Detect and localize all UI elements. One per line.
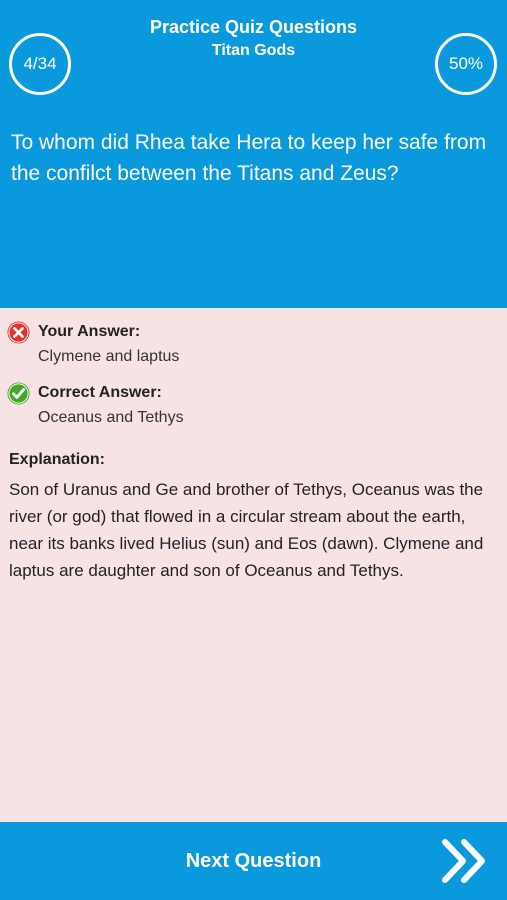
double-chevron-right-icon[interactable]: [440, 837, 492, 885]
quiz-title: Practice Quiz Questions: [149, 17, 358, 37]
next-question-button[interactable]: Next Question: [0, 822, 507, 900]
correct-answer-label: Correct Answer:: [38, 384, 162, 401]
quiz-category: Titan Gods: [211, 42, 296, 59]
check-circle-icon: [7, 382, 30, 405]
question-progress-badge: 4/34: [9, 33, 71, 95]
quiz-review-screen: Practice Quiz Questions Titan Gods 4/34 …: [0, 0, 507, 900]
correct-answer-value: Oceanus and Tethys: [38, 409, 184, 426]
question-progress-text: 4/34: [23, 54, 57, 73]
score-badge: 50%: [435, 33, 497, 95]
question-header: Practice Quiz Questions Titan Gods 4/34 …: [0, 0, 507, 308]
explanation-text: Son of Uranus and Ge and brother of Teth…: [9, 480, 484, 580]
your-answer-value: Clymene and laptus: [38, 348, 180, 365]
question-text: To whom did Rhea take Hera to keep her s…: [11, 131, 487, 185]
explanation-label: Explanation:: [9, 451, 106, 468]
x-circle-icon: [7, 321, 30, 344]
next-question-label: Next Question: [185, 850, 322, 872]
your-answer-label: Your Answer:: [38, 323, 141, 340]
score-percent-text: 50%: [448, 54, 484, 73]
